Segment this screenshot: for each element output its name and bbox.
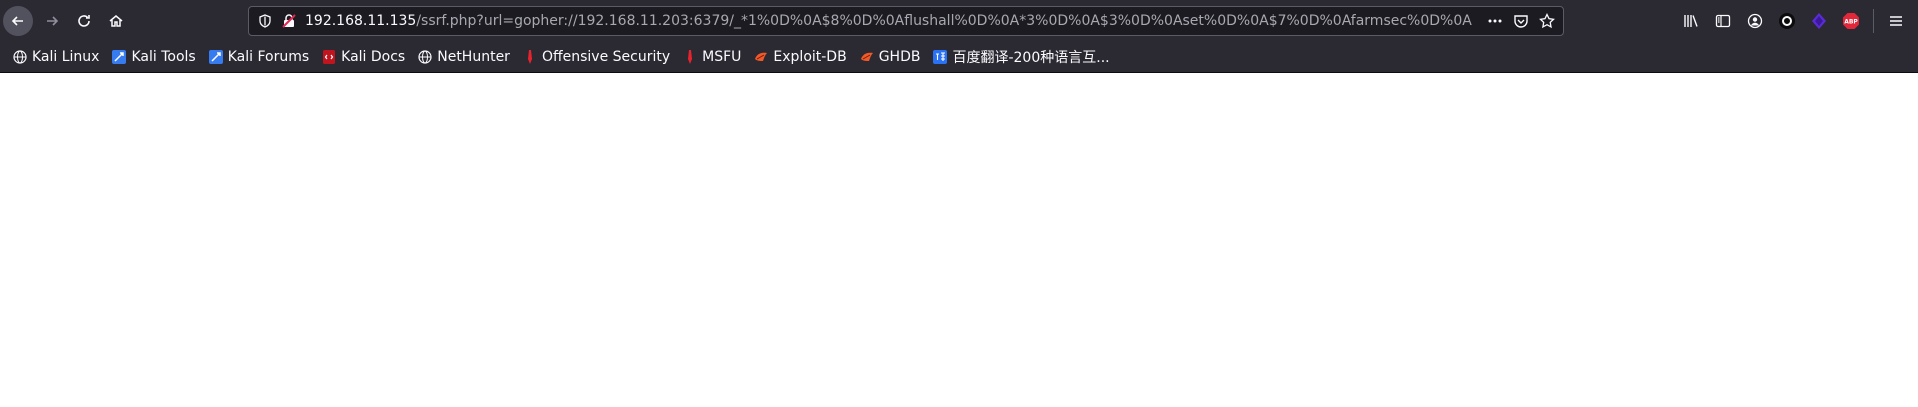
tracking-protection-icon[interactable] bbox=[253, 9, 277, 33]
bookmark-offensive-security[interactable]: Offensive Security bbox=[516, 44, 676, 70]
offsec-icon bbox=[522, 49, 538, 65]
bookmark-label: MSFU bbox=[702, 49, 742, 65]
insecure-connection-icon[interactable] bbox=[277, 9, 301, 33]
bookmark-label: NetHunter bbox=[437, 49, 510, 65]
bookmark-baidu-translate[interactable]: 百度翻译-200种语言互... bbox=[926, 44, 1115, 70]
adblock-plus-icon: ABP bbox=[1843, 13, 1859, 29]
bookmark-kali-linux[interactable]: Kali Linux bbox=[6, 44, 105, 70]
url-path: /ssrf.php?url=gopher://192.168.11.203:63… bbox=[416, 13, 1472, 29]
bookmark-label: Kali Linux bbox=[32, 49, 100, 65]
home-icon bbox=[109, 15, 123, 27]
bookmark-exploit-db[interactable]: Exploit-DB bbox=[747, 44, 852, 70]
bookmark-label: Kali Forums bbox=[227, 49, 310, 65]
extension-purple-button[interactable] bbox=[1803, 5, 1835, 37]
bookmark-ghdb[interactable]: GHDB bbox=[853, 44, 927, 70]
hamburger-menu-icon bbox=[1890, 16, 1902, 26]
bookmark-label: Exploit-DB bbox=[773, 49, 847, 65]
sidebar-button[interactable] bbox=[1707, 5, 1739, 37]
nav-toolbar: 192.168.11.135/ssrf.php?url=gopher://192… bbox=[0, 0, 1918, 42]
extension-diamond-icon bbox=[1812, 13, 1826, 29]
globe-icon bbox=[417, 49, 433, 65]
account-icon bbox=[1747, 13, 1763, 29]
extension-dark-button[interactable] bbox=[1771, 5, 1803, 37]
bookmark-label: Kali Docs bbox=[341, 49, 406, 65]
kali-docs-icon bbox=[321, 49, 337, 65]
bookmark-kali-docs[interactable]: Kali Docs bbox=[315, 44, 411, 70]
back-arrow-icon bbox=[11, 16, 23, 26]
bookmarks-toolbar: Kali Linux Kali Tools Kali Forums Kali D… bbox=[0, 42, 1918, 73]
reload-button[interactable] bbox=[68, 5, 100, 37]
bookmark-kali-tools[interactable]: Kali Tools bbox=[105, 44, 201, 70]
bookmark-kali-forums[interactable]: Kali Forums bbox=[202, 44, 315, 70]
bookmark-nethunter[interactable]: NetHunter bbox=[411, 44, 516, 70]
url-text[interactable]: 192.168.11.135/ssrf.php?url=gopher://192… bbox=[305, 13, 1477, 29]
baidu-translate-icon bbox=[932, 49, 948, 65]
toolbar-divider bbox=[1873, 9, 1874, 33]
exploit-db-icon bbox=[753, 49, 769, 65]
home-button[interactable] bbox=[100, 5, 132, 37]
url-host: 192.168.11.135 bbox=[305, 13, 417, 29]
ghdb-icon bbox=[859, 49, 875, 65]
bookmark-label: Offensive Security bbox=[541, 49, 671, 65]
kali-tools-icon bbox=[111, 49, 127, 65]
pocket-icon[interactable] bbox=[1509, 9, 1533, 33]
dark-reader-icon bbox=[1779, 13, 1795, 29]
bookmark-label: GHDB bbox=[878, 49, 921, 65]
forward-arrow-icon bbox=[47, 16, 59, 26]
svg-text:ABP: ABP bbox=[1844, 19, 1858, 26]
library-icon bbox=[1684, 15, 1698, 27]
library-button[interactable] bbox=[1675, 5, 1707, 37]
page-actions-icon[interactable] bbox=[1483, 9, 1507, 33]
account-button[interactable] bbox=[1739, 5, 1771, 37]
reload-icon bbox=[78, 15, 90, 27]
right-toolbar: ABP bbox=[1675, 0, 1918, 42]
globe-icon bbox=[12, 49, 28, 65]
bookmark-star-icon[interactable] bbox=[1535, 9, 1559, 33]
url-bar[interactable]: 192.168.11.135/ssrf.php?url=gopher://192… bbox=[248, 6, 1564, 36]
adblock-plus-button[interactable]: ABP bbox=[1835, 5, 1867, 37]
bookmark-msfu[interactable]: MSFU bbox=[676, 44, 747, 70]
bookmark-label: 百度翻译-200种语言互... bbox=[952, 50, 1110, 66]
browser-chrome: 192.168.11.135/ssrf.php?url=gopher://192… bbox=[0, 0, 1918, 73]
sidebar-icon bbox=[1715, 14, 1731, 28]
back-button[interactable] bbox=[3, 6, 33, 36]
msfu-icon bbox=[682, 49, 698, 65]
forward-button[interactable] bbox=[36, 5, 68, 37]
bookmark-label: Kali Tools bbox=[131, 49, 196, 65]
page-content bbox=[0, 73, 1918, 407]
menu-button[interactable] bbox=[1880, 5, 1912, 37]
kali-forums-icon bbox=[208, 49, 224, 65]
